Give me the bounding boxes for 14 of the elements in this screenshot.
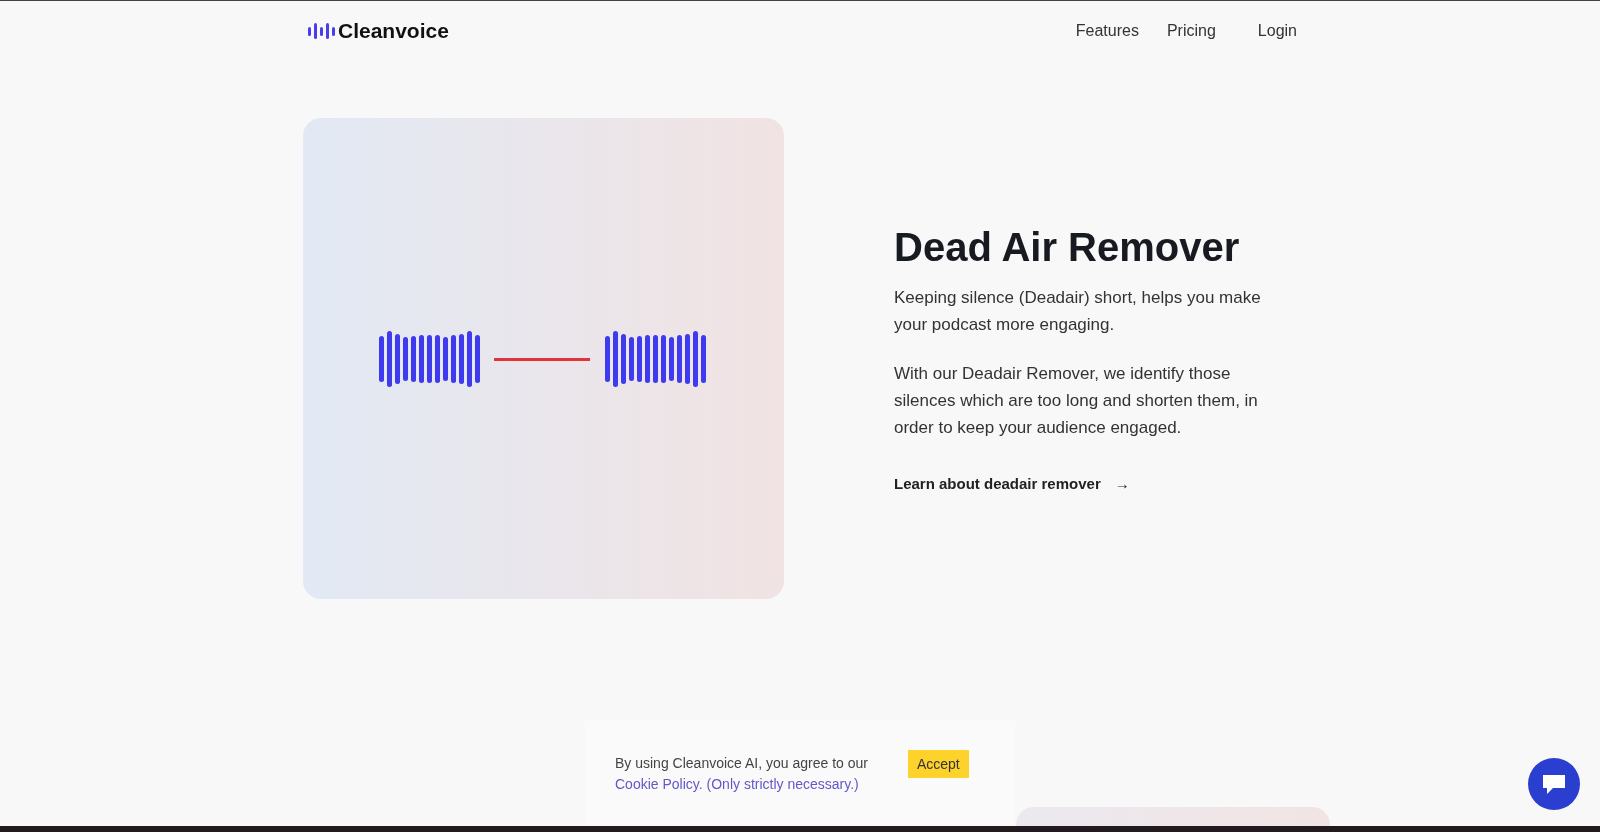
cookie-message: By using Cleanvoice AI, you agree to our Cookie Policy. (Only strictly necessary.) bbox=[615, 754, 868, 794]
feature-paragraph: With our Deadair Remover, we identify those silences which are too long and shorten them, in order to keep your audience engaged. bbox=[894, 362, 1259, 439]
chat-button[interactable] bbox=[1528, 758, 1580, 810]
logo-text[interactable]: Cleanvoice bbox=[338, 19, 449, 43]
nav-link[interactable]: Pricing bbox=[1166, 22, 1216, 40]
accept-button[interactable]: Accept bbox=[907, 750, 969, 778]
chat-bubble-icon bbox=[1541, 772, 1567, 796]
nav-link[interactable]: Login bbox=[1257, 22, 1297, 40]
logo-icon bbox=[307, 21, 335, 41]
learn-more-link[interactable]: Learn about deadair remover → bbox=[894, 474, 1130, 492]
cookie-policy-link[interactable]: Cookie Policy. (Only strictly necessary.) bbox=[615, 776, 859, 792]
nav-link[interactable]: Features bbox=[1075, 22, 1139, 40]
feature-title: Dead Air Remover bbox=[894, 224, 1241, 270]
feature-paragraph: Keeping silence (Deadair) short, helps you make your podcast more engaging. bbox=[894, 286, 1262, 336]
